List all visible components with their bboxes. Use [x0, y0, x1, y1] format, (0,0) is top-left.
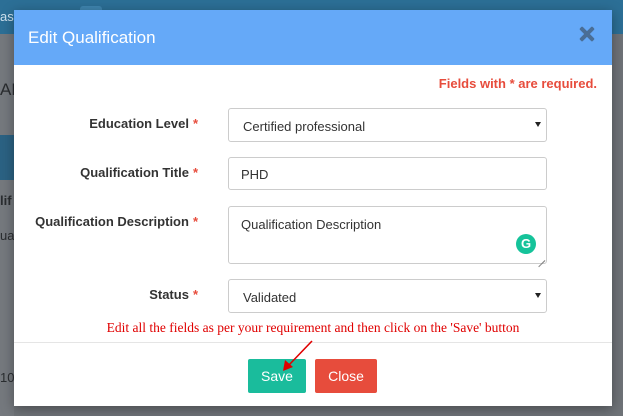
qualification-title-label: Qualification Title *: [80, 165, 198, 180]
background-heading-fragment: AL: [0, 80, 14, 99]
modal-title: Edit Qualification: [28, 28, 156, 47]
required-fields-note: Fields with * are required.: [438, 76, 597, 91]
background-text-fragment: lif: [0, 193, 12, 208]
caret-down-icon: [535, 293, 541, 298]
status-label: Status *: [149, 287, 198, 302]
qualification-description-value: Qualification Description: [241, 217, 382, 232]
modal-header: Edit Qualification: [14, 10, 612, 65]
education-level-value: Certified professional: [243, 119, 366, 134]
save-button[interactable]: Save: [248, 359, 306, 393]
education-level-label-text: Education Level: [89, 116, 189, 131]
modal-footer-divider: [14, 342, 612, 343]
grammarly-icon[interactable]: G: [516, 234, 536, 254]
required-star: *: [192, 287, 198, 302]
education-level-label: Education Level *: [89, 116, 198, 131]
status-select[interactable]: Validated: [228, 279, 547, 313]
resize-handle-icon[interactable]: [538, 255, 545, 262]
background-text-fragment: ua: [0, 228, 14, 243]
qualification-title-label-text: Qualification Title: [80, 165, 189, 180]
background-table-header: [0, 135, 14, 180]
status-value: Validated: [243, 290, 297, 305]
status-label-text: Status: [149, 287, 189, 302]
instruction-annotation: Edit all the fields as per your requirem…: [106, 320, 520, 335]
qualification-title-value: PHD: [241, 167, 269, 182]
qualification-description-textarea[interactable]: Qualification Description G: [228, 206, 547, 264]
required-star: *: [192, 116, 198, 131]
caret-down-icon: [535, 122, 541, 127]
qualification-description-label-text: Qualification Description: [35, 214, 189, 229]
required-star: *: [192, 165, 198, 180]
background-text-fragment: 10: [0, 370, 14, 385]
close-icon[interactable]: [579, 26, 595, 42]
qualification-title-input[interactable]: PHD: [228, 157, 547, 190]
required-star: *: [192, 214, 198, 229]
qualification-description-label: Qualification Description *: [35, 214, 198, 229]
education-level-select[interactable]: Certified professional: [228, 108, 547, 142]
edit-qualification-modal: Edit Qualification Fields with * are req…: [14, 10, 612, 406]
close-button[interactable]: Close: [315, 359, 377, 393]
